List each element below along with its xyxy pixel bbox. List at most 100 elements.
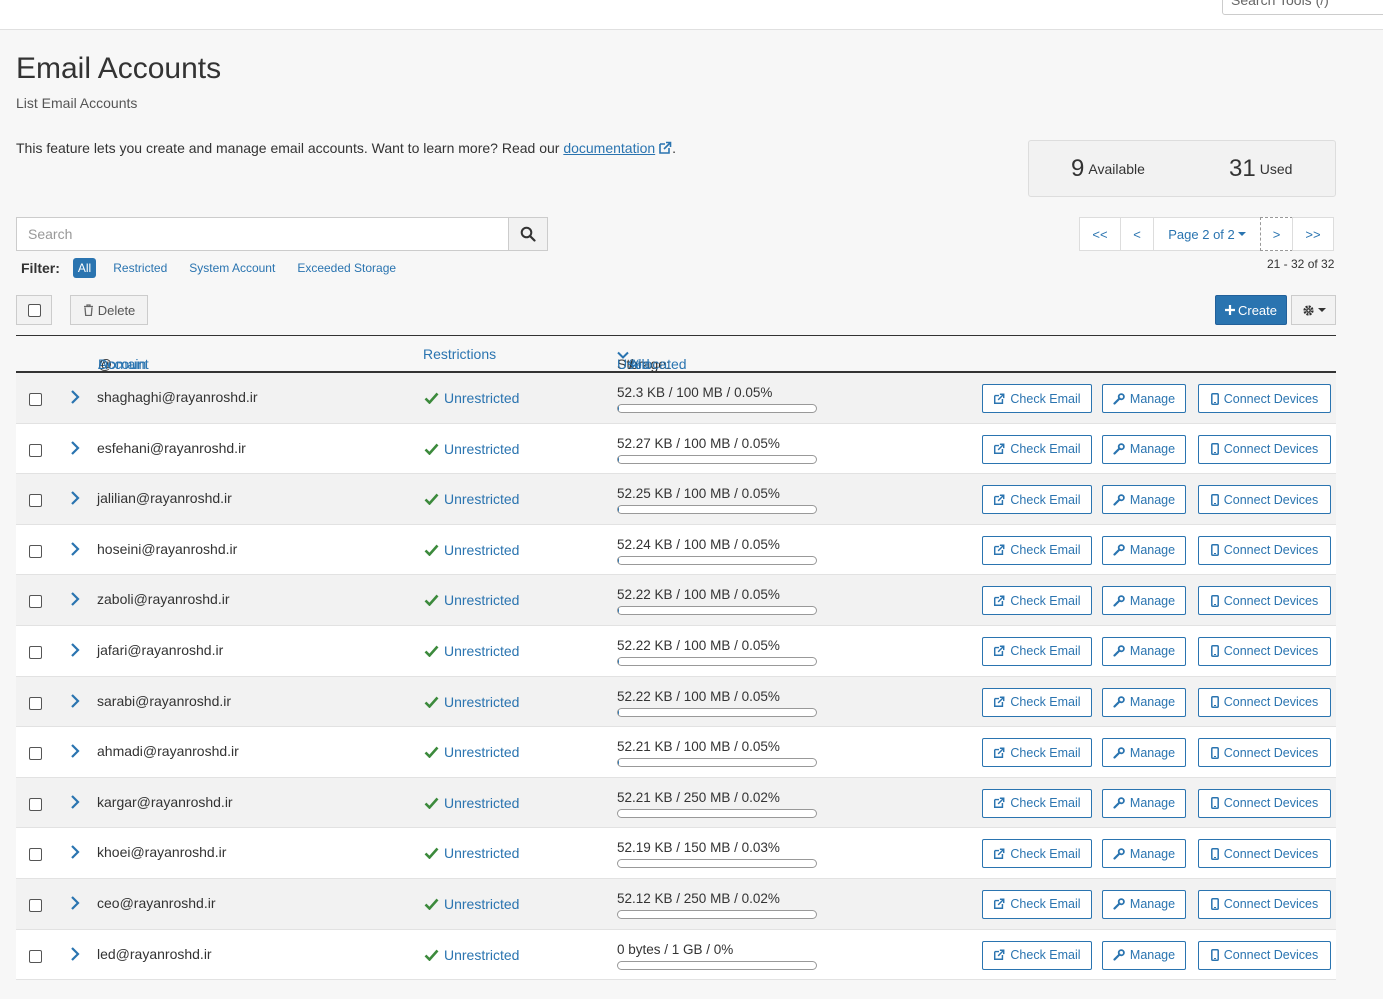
row-checkbox[interactable] [29, 848, 42, 862]
row-checkbox[interactable] [29, 696, 42, 710]
manage-button[interactable]: Manage [1102, 687, 1186, 717]
delete-button[interactable]: Delete [70, 295, 148, 325]
restriction-status[interactable]: Unrestricted [424, 390, 519, 406]
chevron-right-icon[interactable] [69, 440, 81, 456]
restriction-status[interactable]: Unrestricted [424, 694, 519, 710]
table-row: led@rayanroshd.ir Unrestricted 0 bytes /… [16, 929, 1336, 981]
check-email-button[interactable]: Check Email [982, 940, 1092, 970]
restriction-status[interactable]: Unrestricted [424, 744, 519, 760]
manage-button[interactable]: Manage [1102, 434, 1186, 464]
page-select[interactable]: Page 2 of 2 [1153, 217, 1261, 251]
check-email-button[interactable]: Check Email [982, 636, 1092, 666]
chevron-right-icon[interactable] [69, 844, 81, 860]
chevron-right-icon[interactable] [69, 591, 81, 607]
filter-exceeded-storage[interactable]: Exceeded Storage [297, 261, 396, 275]
restriction-status[interactable]: Unrestricted [424, 795, 519, 811]
check-email-button[interactable]: Check Email [982, 485, 1092, 515]
row-checkbox[interactable] [29, 595, 42, 609]
prev-page-button[interactable]: < [1120, 217, 1154, 251]
check-email-button[interactable]: Check Email [982, 889, 1092, 919]
manage-button[interactable]: Manage [1102, 738, 1186, 768]
settings-button[interactable] [1291, 295, 1336, 325]
check-email-button[interactable]: Check Email [982, 384, 1092, 413]
connect-devices-button[interactable]: Connect Devices [1198, 485, 1331, 515]
external-link-icon[interactable] [658, 141, 672, 155]
restriction-status[interactable]: Unrestricted [424, 947, 519, 963]
documentation-link[interactable]: documentation [563, 140, 655, 156]
connect-devices-button[interactable]: Connect Devices [1198, 535, 1331, 565]
chevron-right-icon[interactable] [69, 895, 81, 911]
row-checkbox[interactable] [29, 443, 42, 457]
connect-devices-button[interactable]: Connect Devices [1198, 839, 1331, 869]
chevron-right-icon[interactable] [69, 946, 81, 962]
chevron-right-icon[interactable] [69, 490, 81, 506]
restrictions-header[interactable]: Restrictions [423, 346, 496, 362]
manage-button[interactable]: Manage [1102, 788, 1186, 818]
manage-button[interactable]: Manage [1102, 889, 1186, 919]
restriction-status[interactable]: Unrestricted [424, 592, 519, 608]
check-email-button[interactable]: Check Email [982, 687, 1092, 717]
first-page-button[interactable]: << [1079, 217, 1121, 251]
select-all-checkbox[interactable] [16, 295, 52, 325]
connect-devices-button[interactable]: Connect Devices [1198, 586, 1331, 616]
filter-system-account[interactable]: System Account [189, 261, 275, 275]
row-checkbox[interactable] [29, 494, 42, 508]
check-email-button[interactable]: Check Email [982, 535, 1092, 565]
connect-devices-button[interactable]: Connect Devices [1198, 687, 1331, 717]
search-button[interactable] [508, 217, 548, 251]
filter-all[interactable]: All [72, 258, 97, 278]
connect-devices-button[interactable]: Connect Devices [1198, 636, 1331, 666]
row-checkbox[interactable] [29, 393, 42, 406]
row-checkbox[interactable] [29, 645, 42, 659]
connect-devices-button[interactable]: Connect Devices [1198, 788, 1331, 818]
available-label: Available [1088, 161, 1145, 177]
check-email-button[interactable]: Check Email [982, 738, 1092, 768]
row-checkbox[interactable] [29, 544, 42, 558]
percent-sort-link[interactable]: % [629, 356, 641, 372]
connect-devices-button[interactable]: Connect Devices [1198, 738, 1331, 768]
restriction-label: Unrestricted [444, 744, 520, 761]
row-checkbox[interactable] [29, 898, 42, 912]
chevron-right-icon[interactable] [69, 389, 81, 405]
search-tools-input[interactable]: Search Tools (/) [1222, 0, 1383, 15]
chevron-right-icon[interactable] [69, 541, 81, 557]
manage-button[interactable]: Manage [1102, 636, 1186, 666]
filter-restricted[interactable]: Restricted [113, 261, 167, 275]
manage-button[interactable]: Manage [1102, 586, 1186, 616]
chevron-right-icon[interactable] [69, 693, 81, 709]
restriction-status[interactable]: Unrestricted [424, 491, 519, 507]
restriction-status[interactable]: Unrestricted [424, 441, 519, 457]
manage-button[interactable]: Manage [1102, 384, 1186, 413]
connect-devices-button[interactable]: Connect Devices [1198, 940, 1331, 970]
manage-button[interactable]: Manage [1102, 485, 1186, 515]
manage-button[interactable]: Manage [1102, 839, 1186, 869]
domain-sort-link[interactable]: Domain [98, 356, 146, 372]
storage-usage-text: 52.27 KB / 100 MB / 0.05% [617, 435, 780, 451]
connect-devices-button[interactable]: Connect Devices [1198, 434, 1331, 464]
chevron-right-icon[interactable] [69, 794, 81, 810]
row-checkbox[interactable] [29, 747, 42, 761]
connect-devices-label: Connect Devices [1223, 442, 1319, 457]
restriction-status[interactable]: Unrestricted [424, 896, 519, 912]
check-email-button[interactable]: Check Email [982, 839, 1092, 869]
check-email-button[interactable]: Check Email [982, 586, 1092, 616]
used-stat: 31 Used [1229, 155, 1292, 183]
create-button[interactable]: Create [1215, 295, 1287, 325]
connect-devices-button[interactable]: Connect Devices [1198, 889, 1331, 919]
check-email-button[interactable]: Check Email [982, 788, 1092, 818]
next-page-button[interactable]: > [1260, 217, 1293, 251]
row-checkbox[interactable] [29, 797, 42, 811]
row-checkbox[interactable] [29, 949, 42, 963]
manage-button[interactable]: Manage [1102, 535, 1186, 565]
check-email-button[interactable]: Check Email [982, 434, 1092, 464]
chevron-right-icon[interactable] [69, 743, 81, 759]
restriction-status[interactable]: Unrestricted [424, 542, 519, 558]
table-row: kargar@rayanroshd.ir Unrestricted 52.21 … [16, 777, 1336, 829]
last-page-button[interactable]: >> [1292, 217, 1334, 251]
chevron-right-icon[interactable] [69, 642, 81, 658]
manage-button[interactable]: Manage [1102, 940, 1186, 970]
search-input[interactable]: Search [16, 217, 509, 251]
restriction-status[interactable]: Unrestricted [424, 643, 519, 659]
restriction-status[interactable]: Unrestricted [424, 845, 519, 861]
connect-devices-button[interactable]: Connect Devices [1198, 384, 1331, 413]
